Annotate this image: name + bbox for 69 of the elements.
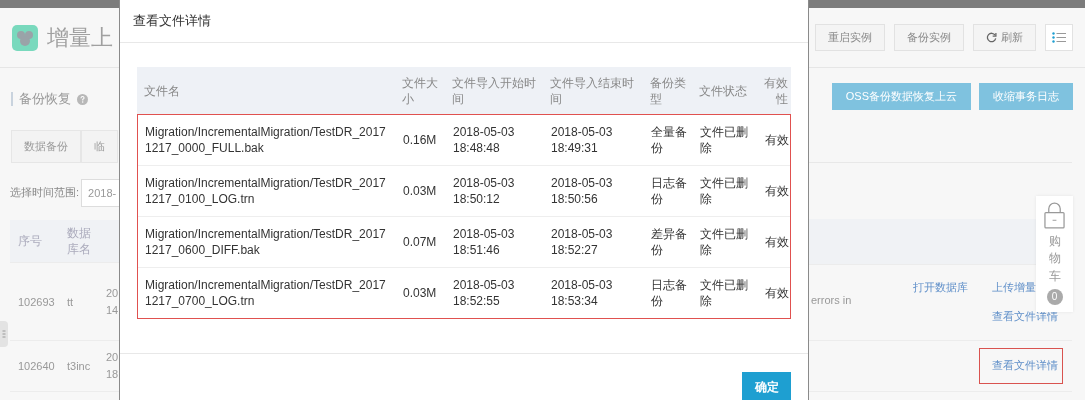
table-cell-text: 2018-05-03 18:52:27 (550, 226, 614, 258)
action-button[interactable]: OSS备份数据恢复上云 (831, 83, 971, 110)
table-cell-text: Migration/IncrementalMigration/TestDR_20171217_0600_DIFF.bak (144, 226, 387, 258)
column-header: 文件导入结束时间 (549, 74, 635, 107)
table-cell-text: 0.16M (402, 132, 438, 148)
page-title: 增量上 (47, 23, 113, 52)
table-cell-text: 0.03M (402, 183, 438, 199)
table-cell-text: 差异备份 (650, 226, 688, 258)
table-cell-text: 全量备份 (650, 124, 688, 156)
table-cell-text: Migration/IncrementalMigration/TestDR_20171217_0700_LOG.trn (144, 277, 387, 309)
table-cell-text: 文件已删除 (699, 277, 749, 309)
tab[interactable]: 临 (81, 130, 118, 163)
open-database-link[interactable]: 打开数据库 (913, 281, 968, 293)
section-title: 备份恢复 (19, 90, 71, 108)
table-cell-text: 有效 (764, 183, 790, 199)
drag-handle-icon[interactable] (0, 321, 8, 347)
column-header: 文件状态 (698, 82, 748, 99)
cart-count: 0 (1046, 289, 1063, 306)
table-cell-text: Migration/IncrementalMigration/TestDR_20171217_0000_FULL.bak (144, 124, 387, 156)
table-cell-text: t3inc (67, 360, 92, 372)
table-cell-text: 2018-05-03 18:52:55 (452, 277, 516, 309)
table-cell-text: 2018-05-03 18:51:46 (452, 226, 516, 258)
column-header: 文件名 (143, 82, 181, 99)
table-cell-text: 2018-05-03 18:53:34 (550, 277, 614, 309)
logo-icon (12, 24, 38, 51)
table-cell-text: 20 14 (106, 285, 119, 318)
refresh-button[interactable]: 刷新 (973, 24, 1036, 51)
table-cell: errors in (811, 294, 852, 306)
help-icon (77, 93, 88, 105)
table-cell-text: 日志备份 (650, 277, 688, 309)
column-header: 备份类型 (649, 74, 687, 107)
list-view-button[interactable] (1045, 24, 1073, 51)
table-cell-text: tt (67, 295, 75, 308)
column-header: 文件大小 (401, 74, 439, 107)
table-cell-text: 2018-05-03 18:49:31 (550, 124, 614, 156)
toolbar-button[interactable]: 重启实例 (815, 24, 885, 51)
table-cell-text: 0.03M (402, 285, 438, 301)
cart-label: 购物车 (1048, 233, 1061, 285)
action-button[interactable]: 收缩事务日志 (979, 83, 1073, 110)
column-header: 数据库名 (67, 225, 92, 257)
refresh-icon (986, 32, 997, 43)
tab[interactable]: 数据备份 (11, 130, 81, 163)
table-cell-text: 有效 (764, 234, 790, 250)
cart-widget[interactable]: 购物车 0 (1036, 196, 1073, 312)
table-cell-text: 102693 (17, 295, 56, 308)
table-cell-text: Migration/IncrementalMigration/TestDR_20171217_0100_LOG.trn (144, 175, 387, 207)
table-cell-text: 文件已删除 (699, 124, 749, 156)
table-link[interactable]: 查看文件详情 (979, 348, 1063, 384)
table-cell-text: 文件已删除 (699, 226, 749, 258)
column-header: 文件导入开始时间 (451, 74, 537, 107)
column-header: 有效性 (763, 74, 789, 107)
table-cell-text: 0.07M (402, 234, 438, 250)
confirm-button[interactable]: 确定 (742, 372, 791, 400)
table-cell-text: 有效 (764, 285, 790, 301)
column-header: 序号 (17, 232, 43, 250)
table-cell-text: 2018-05-03 18:50:12 (452, 175, 516, 207)
table-link[interactable]: 上传增量 (992, 280, 1036, 295)
dialog-title: 查看文件详情 (120, 0, 808, 43)
toolbar-button[interactable]: 备份实例 (894, 24, 964, 51)
table-cell-text: 20 18 (106, 350, 119, 382)
table-cell-text: 2018-05-03 18:50:56 (550, 175, 614, 207)
time-range-label: 选择时间范围: (10, 185, 80, 200)
table-cell-text: 日志备份 (650, 175, 688, 207)
table-cell-text: 2018-05-03 18:48:48 (452, 124, 516, 156)
table-cell-text: 有效 (764, 132, 790, 148)
table-cell-text: 文件已删除 (699, 175, 749, 207)
list-icon (1052, 32, 1066, 43)
table-cell-text: 102640 (17, 360, 56, 372)
date-field[interactable]: 2018- (81, 178, 119, 207)
